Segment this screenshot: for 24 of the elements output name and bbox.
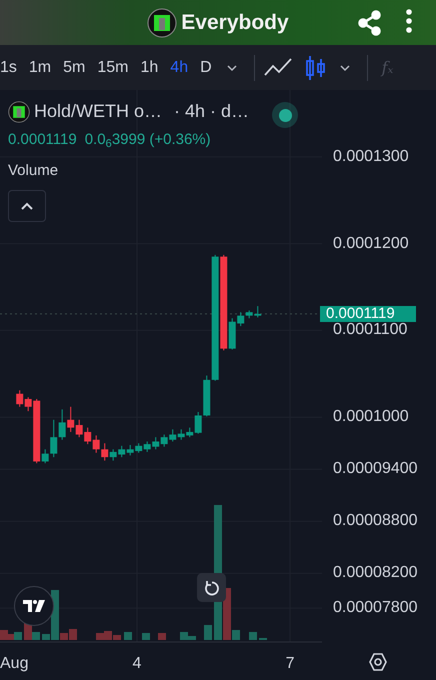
interval-tab[interactable]: 1s [0, 56, 23, 80]
price-axis-label: 0.00008200 [333, 565, 418, 582]
page-title: Everybody [181, 10, 289, 36]
symbol-details: · 4h · d… [174, 100, 250, 123]
legend-change: 0.0$_{6}$3999 (+0.36%) [84, 130, 211, 152]
price-axis-label: 0.00007800 [333, 600, 418, 616]
symbol-name[interactable]: Hold/WETH o… [34, 98, 162, 125]
interval-tab[interactable]: 15m [91, 56, 134, 80]
legend-price: 0.0001119 [8, 130, 77, 150]
price-axis-label: 0.00009400 [333, 461, 418, 478]
price-axis-label: 0.0001300 [333, 148, 409, 165]
price-axis-label: 0.00008800 [333, 513, 418, 530]
interval-tab[interactable]: 1m [22, 56, 58, 80]
time-axis-label: 4 [132, 654, 142, 674]
last-price-tag: 0.0001119 [320, 306, 416, 322]
price-axis-label: 0.0001000 [333, 409, 409, 426]
time-axis-label: 7 [286, 654, 294, 674]
price-axis-label: 0.0001200 [333, 236, 409, 252]
time-axis-label: Aug [0, 654, 28, 674]
interval-tab[interactable]: D [194, 56, 218, 80]
volume-label: Volume [8, 160, 60, 180]
interval-tab[interactable]: 5m [57, 56, 92, 80]
interval-tab[interactable]: 1h [134, 56, 164, 80]
price-axis-label: 0.0001100 [333, 322, 408, 338]
